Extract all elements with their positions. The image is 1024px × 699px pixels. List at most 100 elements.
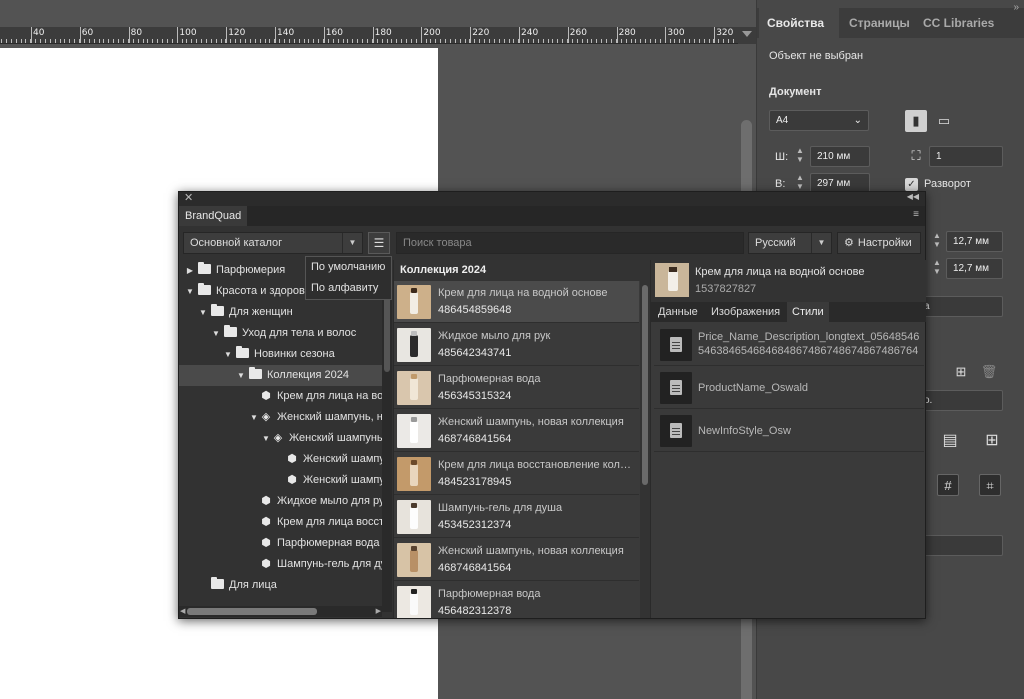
partial-field-2[interactable]: о. [917,390,1003,411]
scroll-left-icon[interactable]: ◀ [180,607,185,615]
grid-icon[interactable]: ⊞ [981,430,1003,452]
page-size-select[interactable]: A4 ⌄ [769,110,869,131]
ruler-scroll-arrow[interactable] [738,27,756,44]
tree-item[interactable]: ▼ Коллекция 2024 [179,365,382,386]
expand-icon[interactable]: ▶ [185,260,195,281]
tree-item[interactable]: ⬢ Женский шампунь [179,470,382,491]
ruler-minor-tick [606,39,608,43]
tree-item[interactable]: ▼ ◈ Женский шампунь [179,428,382,449]
product-list-scrollbar[interactable] [640,281,650,618]
scrollbar-thumb[interactable] [384,292,390,372]
collapse-panel-icon[interactable]: » [1013,2,1019,13]
ruler-minor-tick [132,39,134,43]
auto-fit-icon[interactable]: ⌗ [979,474,1001,496]
ruler-minor-tick [152,39,154,43]
tree-item[interactable]: ⬢ Жидкое мыло для рук [179,491,382,512]
sort-button[interactable]: ☰ [368,232,390,254]
tab-styles[interactable]: Стили [787,302,829,322]
chevron-down-icon: ▼ [811,233,831,253]
collapse-icon[interactable]: ▼ [261,428,271,449]
sort-option-alphabetical[interactable]: По алфавиту [306,278,391,299]
tree-item[interactable]: ⬢ Крем для лица восстановление [179,512,382,533]
ruler-minor-tick [459,39,461,43]
ruler-minor-tick [127,39,129,43]
settings-button[interactable]: ⚙ Настройки [837,232,921,254]
collapse-icon[interactable]: ▼ [236,365,246,386]
collapse-icon[interactable]: ▼ [249,407,259,428]
tree-item-label: Для женщин [229,306,293,318]
pages-field[interactable]: 1 [929,146,1003,167]
tree-item-label: Крем для лица на водной основе [277,390,382,402]
portrait-orientation-icon[interactable]: ▮ [905,110,927,132]
ruler-minor-tick [611,39,612,43]
style-item[interactable]: Price_Name_Description_longtext_05648546… [654,324,924,366]
table-icon[interactable]: ▤ [939,430,961,452]
product-row[interactable]: Парфюмерная вода 456482312378 [394,582,639,618]
tree-item[interactable]: ⬢ Парфюмерная вода [179,533,382,554]
frame-grid-icon[interactable]: # [937,474,959,496]
tab-data[interactable]: Данные [653,302,703,322]
product-row[interactable]: Женский шампунь, новая коллекция 46874684… [394,539,639,581]
tab-pages[interactable]: Страницы [841,8,911,38]
tab-brandquad[interactable]: BrandQuad [179,206,248,226]
collapse-icon[interactable]: ▼ [211,323,221,344]
catalog-select[interactable]: Основной каталог ▼ [183,232,363,254]
language-select[interactable]: Русский ▼ [748,232,832,254]
margin-top-field[interactable]: 12,7 мм [946,231,1003,252]
tab-images[interactable]: Изображения [706,302,785,322]
ruler-minor-tick [532,39,534,43]
spread-checkbox[interactable]: ✓ [905,178,918,191]
page-shape [670,380,682,395]
ruler-minor-tick [288,39,290,43]
collapse-icon[interactable]: ▼ [185,281,195,302]
sort-option-default[interactable]: По умолчанию [306,257,391,278]
tab-cc-libraries[interactable]: CC Libraries [915,8,995,38]
margin-bottom-spinner[interactable]: ▲ ▼ [929,258,945,279]
collapse-icon[interactable]: ▼ [223,344,233,365]
partial-field-1[interactable]: а [917,296,1003,317]
panel-titlebar[interactable]: ✕ ◀◀ [179,192,925,206]
tree-item[interactable]: ▼ Уход для тела и волос [179,323,382,344]
margin-top-spinner[interactable]: ▲ ▼ [929,231,945,252]
tree-item[interactable]: ⬢ Шампунь-гель для душа [179,554,382,575]
tree-item[interactable]: Для лица [179,575,382,596]
tree-item[interactable]: ▼ Новинки сезона [179,344,382,365]
scroll-right-icon[interactable]: ▶ [376,607,381,615]
ruler-label: 100 [179,28,197,38]
tree-vertical-scrollbar[interactable] [382,262,392,612]
margin-bottom-field[interactable]: 12,7 мм [946,258,1003,279]
product-row[interactable]: Шампунь-гель для душа 453452312374 [394,496,639,538]
partial-field-3[interactable] [917,535,1003,556]
scrollbar-thumb[interactable] [642,285,648,485]
product-row[interactable]: Жидкое мыло для рук 485642343741 [394,324,639,366]
product-row[interactable]: Женский шампунь, новая коллекция 46874684… [394,410,639,452]
close-icon[interactable]: ✕ [184,191,193,204]
landscape-orientation-icon[interactable]: ▭ [933,110,955,132]
scrollbar-thumb[interactable] [187,608,317,615]
collapse-arrows-icon[interactable]: ◀◀ [907,192,919,201]
product-row[interactable]: Крем для лица на водной основе 4864548596… [394,281,639,323]
panel-menu-icon[interactable]: ≡ [913,209,919,220]
product-row[interactable]: Парфюмерная вода 456345315324 [394,367,639,409]
width-spinner[interactable]: ▲ ▼ [792,146,808,167]
add-icon[interactable]: ⊞ [950,361,972,383]
style-item[interactable]: NewInfoStyle_Osw [654,410,924,452]
tree-item[interactable]: ▼◈ Женский шампунь, новая коллекция [179,407,382,428]
brandquad-panel: ✕ ◀◀ BrandQuad ≡ Основной каталог ▼ ☰ По… [178,191,926,619]
tree-item[interactable]: ⬢ Женский шампунь [179,449,382,470]
search-input[interactable]: Поиск товара [396,232,744,254]
trash-icon[interactable]: 🗑 [978,361,1000,383]
product-row[interactable]: Крем для лица восстановление коллекция 48… [394,453,639,495]
ruler-minor-tick [596,39,598,43]
tree-horizontal-scrollbar[interactable]: ◀ ▶ [179,606,382,617]
ruler-minor-tick [679,39,681,43]
style-item[interactable]: ProductName_Oswald [654,367,924,409]
tree-item[interactable]: ▼ Для женщин [179,302,382,323]
ruler-minor-tick [674,39,676,43]
tree-item-label: Уход для тела и волос [242,327,357,339]
width-field[interactable]: 210 мм [810,146,870,167]
collapse-icon[interactable]: ▼ [198,302,208,323]
tree-item[interactable]: ⬢ Крем для лица на водной основе [179,386,382,407]
tab-properties[interactable]: Свойства [759,8,839,38]
product-image [655,263,689,297]
